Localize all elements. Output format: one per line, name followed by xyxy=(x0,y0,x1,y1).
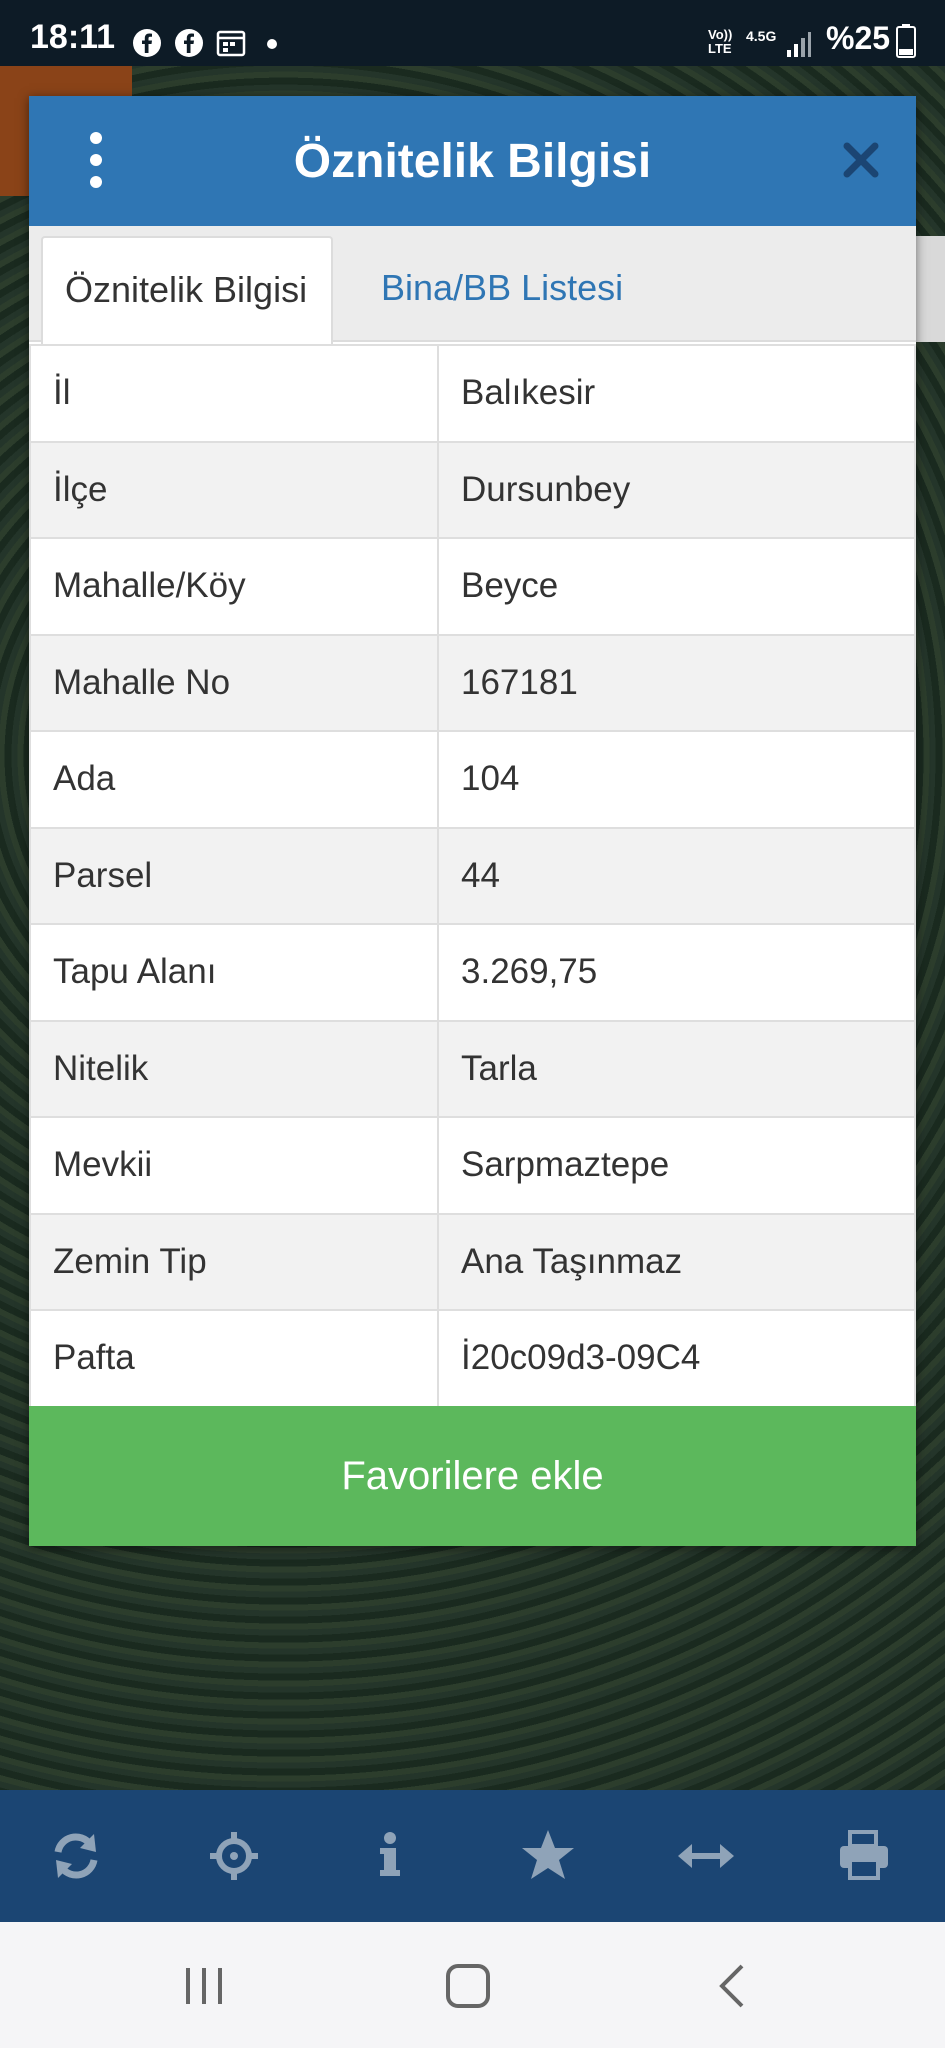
status-bar: 18:11 Vo)) LTE 4.5G %25 xyxy=(0,0,945,66)
signal-icon xyxy=(787,32,811,57)
attribute-key: Zemin Tip xyxy=(29,1212,439,1311)
star-icon[interactable] xyxy=(518,1826,578,1886)
dialog-title: Öznitelik Bilgisi xyxy=(293,135,652,188)
measure-icon[interactable] xyxy=(676,1826,736,1886)
attribute-key: Tapu Alanı xyxy=(29,923,439,1022)
table-row: Zemin Tip Ana Taşınmaz xyxy=(29,1212,916,1311)
attribute-value: 3.269,75 xyxy=(437,923,916,1022)
table-row: Mahalle No 167181 xyxy=(29,633,916,732)
add-to-favorites-button[interactable]: Favorilere ekle xyxy=(29,1406,916,1546)
attribute-key: İl xyxy=(29,344,439,443)
attribute-value: Sarpmaztepe xyxy=(437,1116,916,1215)
network-volte-label: Vo)) LTE xyxy=(708,27,733,56)
table-row: Mevkii Sarpmaztepe xyxy=(29,1116,916,1215)
attribute-key: Mevkii xyxy=(29,1116,439,1215)
table-row: Mahalle/Köy Beyce xyxy=(29,537,916,636)
attribute-value: 167181 xyxy=(437,633,916,732)
back-icon[interactable] xyxy=(704,1958,764,2014)
tab-attribute-info[interactable]: Öznitelik Bilgisi xyxy=(41,236,333,344)
attribute-table: İl Balıkesir İlçe Dursunbey Mahalle/Köy … xyxy=(29,344,916,1408)
attribute-value: Balıkesir xyxy=(437,344,916,443)
attribute-value: Ana Taşınmaz xyxy=(437,1212,916,1311)
tab-bar: Öznitelik Bilgisi Bina/BB Listesi xyxy=(29,226,916,344)
refresh-icon[interactable] xyxy=(46,1826,106,1886)
table-row: Tapu Alanı 3.269,75 xyxy=(29,923,916,1022)
facebook-icon xyxy=(175,29,203,57)
attribute-key: Pafta xyxy=(29,1309,439,1408)
home-icon[interactable] xyxy=(438,1958,498,2014)
attribute-value: Dursunbey xyxy=(437,440,916,539)
battery-icon xyxy=(896,24,916,58)
attribute-value: İ20c09d3-09C4 xyxy=(437,1309,916,1408)
status-time: 18:11 xyxy=(30,18,116,56)
locate-icon[interactable] xyxy=(204,1826,264,1886)
network-type-label: 4.5G xyxy=(746,28,777,44)
dot-icon xyxy=(267,39,277,49)
system-navigation-bar xyxy=(0,1922,945,2048)
attribute-value: 44 xyxy=(437,826,916,925)
facebook-icon xyxy=(133,29,161,57)
table-row: İl Balıkesir xyxy=(29,344,916,443)
dialog-header: Öznitelik Bilgisi xyxy=(29,96,916,226)
table-row: İlçe Dursunbey xyxy=(29,440,916,539)
calendar-icon xyxy=(216,30,246,57)
tab-building-list[interactable]: Bina/BB Listesi xyxy=(359,236,645,344)
attribute-value: Beyce xyxy=(437,537,916,636)
battery-percent: %25 xyxy=(826,20,891,56)
attribute-key: İlçe xyxy=(29,440,439,539)
map-side-panel-edge xyxy=(915,236,945,342)
close-icon[interactable] xyxy=(841,140,881,180)
table-row: Pafta İ20c09d3-09C4 xyxy=(29,1309,916,1408)
map-toolbar xyxy=(0,1790,945,1922)
table-row: Ada 104 xyxy=(29,730,916,829)
attribute-key: Mahalle/Köy xyxy=(29,537,439,636)
attribute-value: 104 xyxy=(437,730,916,829)
attribute-key: Parsel xyxy=(29,826,439,925)
print-icon[interactable] xyxy=(834,1826,894,1886)
attribute-dialog: Öznitelik Bilgisi Öznitelik Bilgisi Bina… xyxy=(29,96,916,1546)
table-row: Nitelik Tarla xyxy=(29,1019,916,1118)
attribute-key: Ada xyxy=(29,730,439,829)
table-row: Parsel 44 xyxy=(29,826,916,925)
recent-apps-icon[interactable] xyxy=(174,1958,234,2014)
attribute-key: Mahalle No xyxy=(29,633,439,732)
info-icon[interactable] xyxy=(360,1826,420,1886)
attribute-key: Nitelik xyxy=(29,1019,439,1118)
attribute-value: Tarla xyxy=(437,1019,916,1118)
